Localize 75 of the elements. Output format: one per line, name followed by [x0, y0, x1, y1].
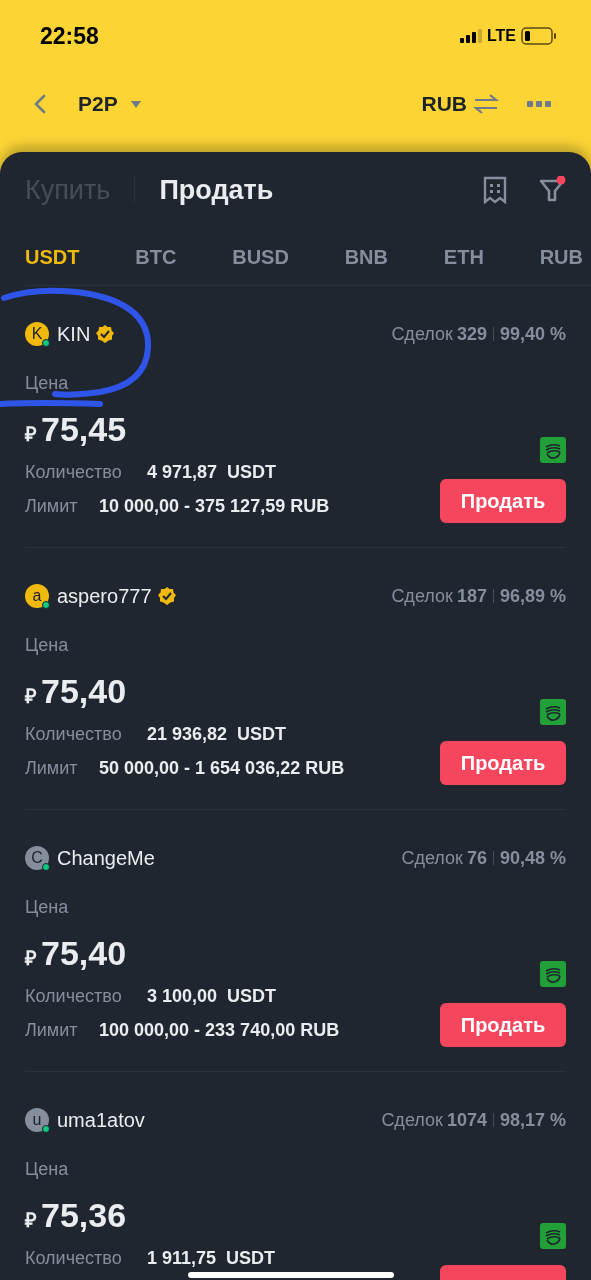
deals-count: 76 — [466, 846, 487, 870]
sell-button[interactable]: Продать — [440, 741, 566, 785]
more-button[interactable] — [527, 101, 551, 107]
coin-tab[interactable]: BTC — [135, 241, 177, 272]
deals-count: 1074 — [446, 1108, 487, 1132]
limit-label: Лимит — [25, 494, 79, 518]
deals-label: Сделок — [401, 846, 463, 870]
limit-label: Лимит — [25, 756, 79, 780]
user-name[interactable]: aspero777 — [57, 581, 152, 611]
caret-icon — [129, 99, 142, 109]
currency-label[interactable]: RUB — [421, 88, 467, 120]
user-avatar[interactable]: C — [25, 846, 49, 870]
price-label: Цена — [25, 372, 69, 395]
signal-icon — [459, 29, 482, 43]
completion-rate: 98,17 % — [499, 1108, 566, 1132]
limit-value: 50 000,00 - 1 654 036,22 RUB — [99, 756, 345, 780]
deals-count: 329 — [456, 322, 487, 346]
price-value: 75,36 — [41, 1195, 127, 1235]
deals-label: Сделок — [391, 322, 453, 346]
price-label: Цена — [25, 896, 69, 919]
clock-time: 22:58 — [40, 21, 99, 51]
user-name[interactable]: KIN — [57, 319, 91, 349]
quantity-value: 21 936,82 — [147, 722, 228, 746]
bank-icon — [540, 961, 566, 987]
filter-icon[interactable] — [538, 176, 566, 204]
quantity-label: Количество — [25, 722, 123, 746]
ruble-sign: ₽ — [25, 1208, 37, 1233]
quantity-value: 1 911,75 — [147, 1246, 217, 1270]
quantity-label: Количество — [25, 984, 123, 1008]
quantity-label: Количество — [25, 460, 123, 484]
limit-value: 10 000,00 - 375 127,59 RUB — [99, 494, 330, 518]
quantity-label: Количество — [25, 1246, 123, 1270]
battery-icon — [521, 27, 557, 45]
quantity-value: 3 100,00 — [147, 984, 218, 1008]
bank-icon — [540, 437, 566, 463]
quantity-unit: USDT — [237, 722, 287, 746]
market-dropdown[interactable]: P2P — [78, 88, 142, 120]
sell-button[interactable]: Продать — [440, 479, 566, 523]
completion-rate: 90,48 % — [499, 846, 566, 870]
bank-icon — [540, 699, 566, 725]
ruble-sign: ₽ — [25, 422, 37, 447]
price-value: 75,40 — [41, 671, 127, 711]
limit-label: Лимит — [25, 1018, 79, 1042]
quantity-unit: USDT — [227, 984, 277, 1008]
price-label: Цена — [25, 634, 69, 657]
ruble-sign: ₽ — [25, 946, 37, 971]
coin-tab[interactable]: ETH — [443, 241, 484, 272]
deals-count: 187 — [456, 584, 487, 608]
receipt-icon[interactable] — [482, 176, 508, 204]
completion-rate: 99,40 % — [499, 322, 566, 346]
sell-button[interactable]: Продать — [440, 1003, 566, 1047]
limit-value: 100 000,00 - 233 740,00 RUB — [99, 1018, 340, 1042]
user-name[interactable]: uma1atov — [57, 1105, 145, 1135]
coin-tab[interactable]: RUB — [539, 241, 583, 272]
deals-label: Сделок — [391, 584, 453, 608]
completion-rate: 96,89 % — [499, 584, 566, 608]
user-avatar[interactable]: a — [25, 584, 49, 608]
coin-tab[interactable]: USDT — [25, 241, 80, 272]
user-avatar[interactable]: K — [25, 322, 49, 346]
bank-icon — [540, 1223, 566, 1249]
quantity-unit: USDT — [226, 1246, 276, 1270]
price-label: Цена — [25, 1158, 69, 1181]
quantity-value: 4 971,87 — [147, 460, 218, 484]
trade-tab[interactable]: Продать — [159, 169, 274, 211]
price-value: 75,45 — [41, 409, 127, 449]
quantity-unit: USDT — [227, 460, 277, 484]
user-avatar[interactable]: u — [25, 1108, 49, 1132]
network-type: LTE — [486, 26, 516, 46]
coin-tab[interactable]: BUSD — [232, 241, 289, 272]
swap-arrows-icon[interactable] — [473, 94, 499, 114]
user-name[interactable]: ChangeMe — [57, 843, 155, 873]
price-value: 75,40 — [41, 933, 127, 973]
coin-tab[interactable]: BNB — [344, 241, 388, 272]
deals-label: Сделок — [381, 1108, 443, 1132]
ruble-sign: ₽ — [25, 684, 37, 709]
